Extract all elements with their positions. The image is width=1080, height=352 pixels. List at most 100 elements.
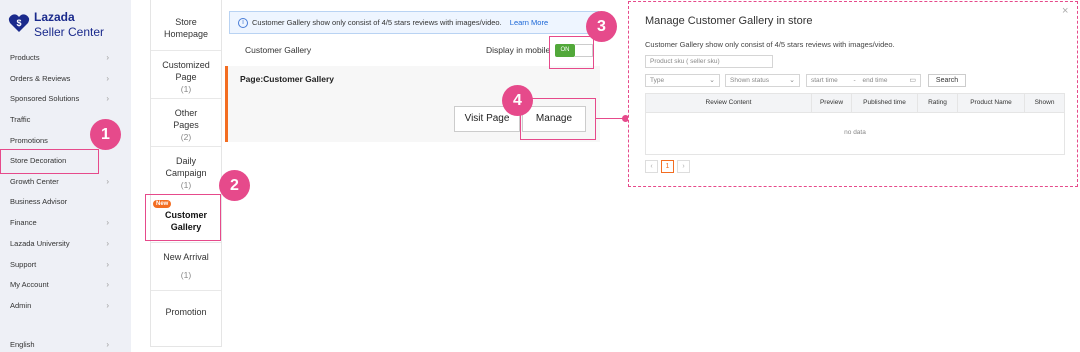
sidebar-item-business-advisor[interactable]: Business Advisor [0,192,131,212]
subnav-count: (2) [180,132,192,142]
modal-subtitle: Customer Gallery show only consist of 4/… [645,40,895,49]
subnav-count: (1) [180,270,192,280]
column-header: Shown [1034,99,1055,106]
column-header: Published time [852,94,918,112]
sidebar: $ Lazada Seller Center Products › Orders &… [0,0,131,352]
close-icon[interactable]: × [1062,5,1068,17]
subnav-label: Homepage [163,29,209,39]
divider [151,242,221,243]
subnav-label: Daily [175,156,196,166]
chevron-right-icon: › [106,177,109,186]
date-range-picker[interactable]: start time - end time ▭ [806,74,921,87]
sidebar-item-orders-reviews[interactable]: Orders & Reviews › [0,69,131,89]
gallery-settings-row: Customer Gallery Display in mobile [225,36,600,64]
subnav-label: Page [175,72,197,82]
sidebar-item-label: Traffic [10,115,31,124]
column-header: Preview [812,94,852,112]
chevron-down-icon: ⌄ [709,77,715,84]
subnav-label: Customized [162,60,210,70]
chevron-right-icon: › [106,94,109,103]
start-time-placeholder: start time [811,77,838,84]
info-notice: i Customer Gallery show only consist of … [229,11,599,34]
shown-status-select[interactable]: Shown status ⌄ [725,74,800,87]
subnav-label: Store [175,17,197,27]
column-header: Product Name [958,94,1025,112]
learn-more-link[interactable]: Learn More [510,18,548,27]
chevron-right-icon: › [106,74,109,83]
brand-product: Seller Center [34,25,105,39]
subnav-item-store-homepage[interactable]: Store Homepage [151,16,221,40]
end-time-placeholder: end time [862,77,888,84]
sidebar-item-label: Business Advisor [10,197,68,206]
step-badge-1: 1 [90,119,121,150]
sidebar-item-label: Products [10,53,40,62]
brand-name: Lazada [34,10,75,24]
subnav-item-daily-campaign[interactable]: Daily Campaign (1) [151,155,221,191]
column-header: Review Content [646,94,812,112]
highlight-customer-gallery [145,194,221,241]
search-button[interactable]: Search [928,74,966,87]
sidebar-item-label: My Account [10,280,49,289]
sidebar-item-products[interactable]: Products › [0,48,131,68]
language-label: English [10,340,35,349]
sidebar-item-growth-center[interactable]: Growth Center › [0,172,131,192]
calendar-icon: ▭ [909,77,916,84]
product-sku-input[interactable]: Product sku ( seller sku) [645,55,773,68]
type-select[interactable]: Type ⌄ [645,74,720,87]
chevron-right-icon: › [106,340,109,349]
sidebar-item-label: Promotions [10,136,48,145]
lazada-heart-icon: $ [8,14,30,33]
subnav-item-customized-page[interactable]: Customized Page (1) [151,59,221,95]
sidebar-item-label: Growth Center [10,177,59,186]
sidebar-item-finance[interactable]: Finance › [0,213,131,233]
pager-page-1[interactable]: 1 [661,160,674,173]
step-badge-4: 4 [502,85,533,116]
sku-placeholder: Product sku ( seller sku) [650,58,720,65]
sidebar-item-label: Orders & Reviews [10,74,71,83]
step-badge-3: 3 [586,11,617,42]
modal-title: Manage Customer Gallery in store [645,15,813,27]
column-header: Rating [918,94,958,112]
sidebar-item-label: Support [10,260,37,269]
highlight-mobile-toggle [549,36,594,69]
table-header: Review Content Preview Published time Ra… [645,93,1065,113]
subnav-item-promotion[interactable]: Promotion [151,306,221,318]
chevron-down-icon: ⌄ [789,77,795,84]
page-title: Page:Customer Gallery [240,74,335,84]
sidebar-item-label: Admin [10,301,32,310]
subnav-item-new-arrival[interactable]: New Arrival (1) [151,251,221,281]
chevron-right-icon: › [106,239,109,248]
sidebar-item-sponsored-solutions[interactable]: Sponsored Solutions › [0,89,131,109]
table-body: no data [645,113,1065,155]
sidebar-item-my-account[interactable]: My Account › [0,275,131,295]
sidebar-item-label: Finance [10,218,37,227]
pager-prev-button[interactable]: ‹ [645,160,658,173]
subnav-count: (1) [180,84,192,94]
gallery-label: Customer Gallery [245,45,312,55]
subnav-count: (1) [180,180,192,190]
sidebar-item-admin[interactable]: Admin › [0,296,131,316]
status-placeholder: Shown status [730,77,770,84]
subnav-label: Other [174,108,198,118]
sidebar-item-label: Lazada University [10,239,70,248]
subnav-label: New Arrival [163,252,209,262]
step-badge-2: 2 [219,170,250,201]
info-icon: i [238,18,248,28]
language-selector[interactable]: English › [0,335,131,352]
manage-gallery-modal: Manage Customer Gallery in store × Custo… [628,1,1078,187]
divider [151,50,221,51]
svg-text:$: $ [16,18,21,28]
no-data-text: no data [844,129,866,136]
sidebar-item-support[interactable]: Support › [0,255,131,275]
pager-next-button[interactable]: › [677,160,690,173]
type-placeholder: Type [650,77,665,84]
sidebar-item-lazada-university[interactable]: Lazada University › [0,234,131,254]
chevron-right-icon: › [106,218,109,227]
subnav-label: Promotion [165,307,207,317]
subnav-item-other-pages[interactable]: Other Pages (2) [151,107,221,143]
chevron-right-icon: › [106,280,109,289]
divider [151,98,221,99]
chevron-right-icon: › [106,301,109,310]
subnav-label: Campaign [165,168,207,178]
highlight-store-decoration [0,149,99,174]
